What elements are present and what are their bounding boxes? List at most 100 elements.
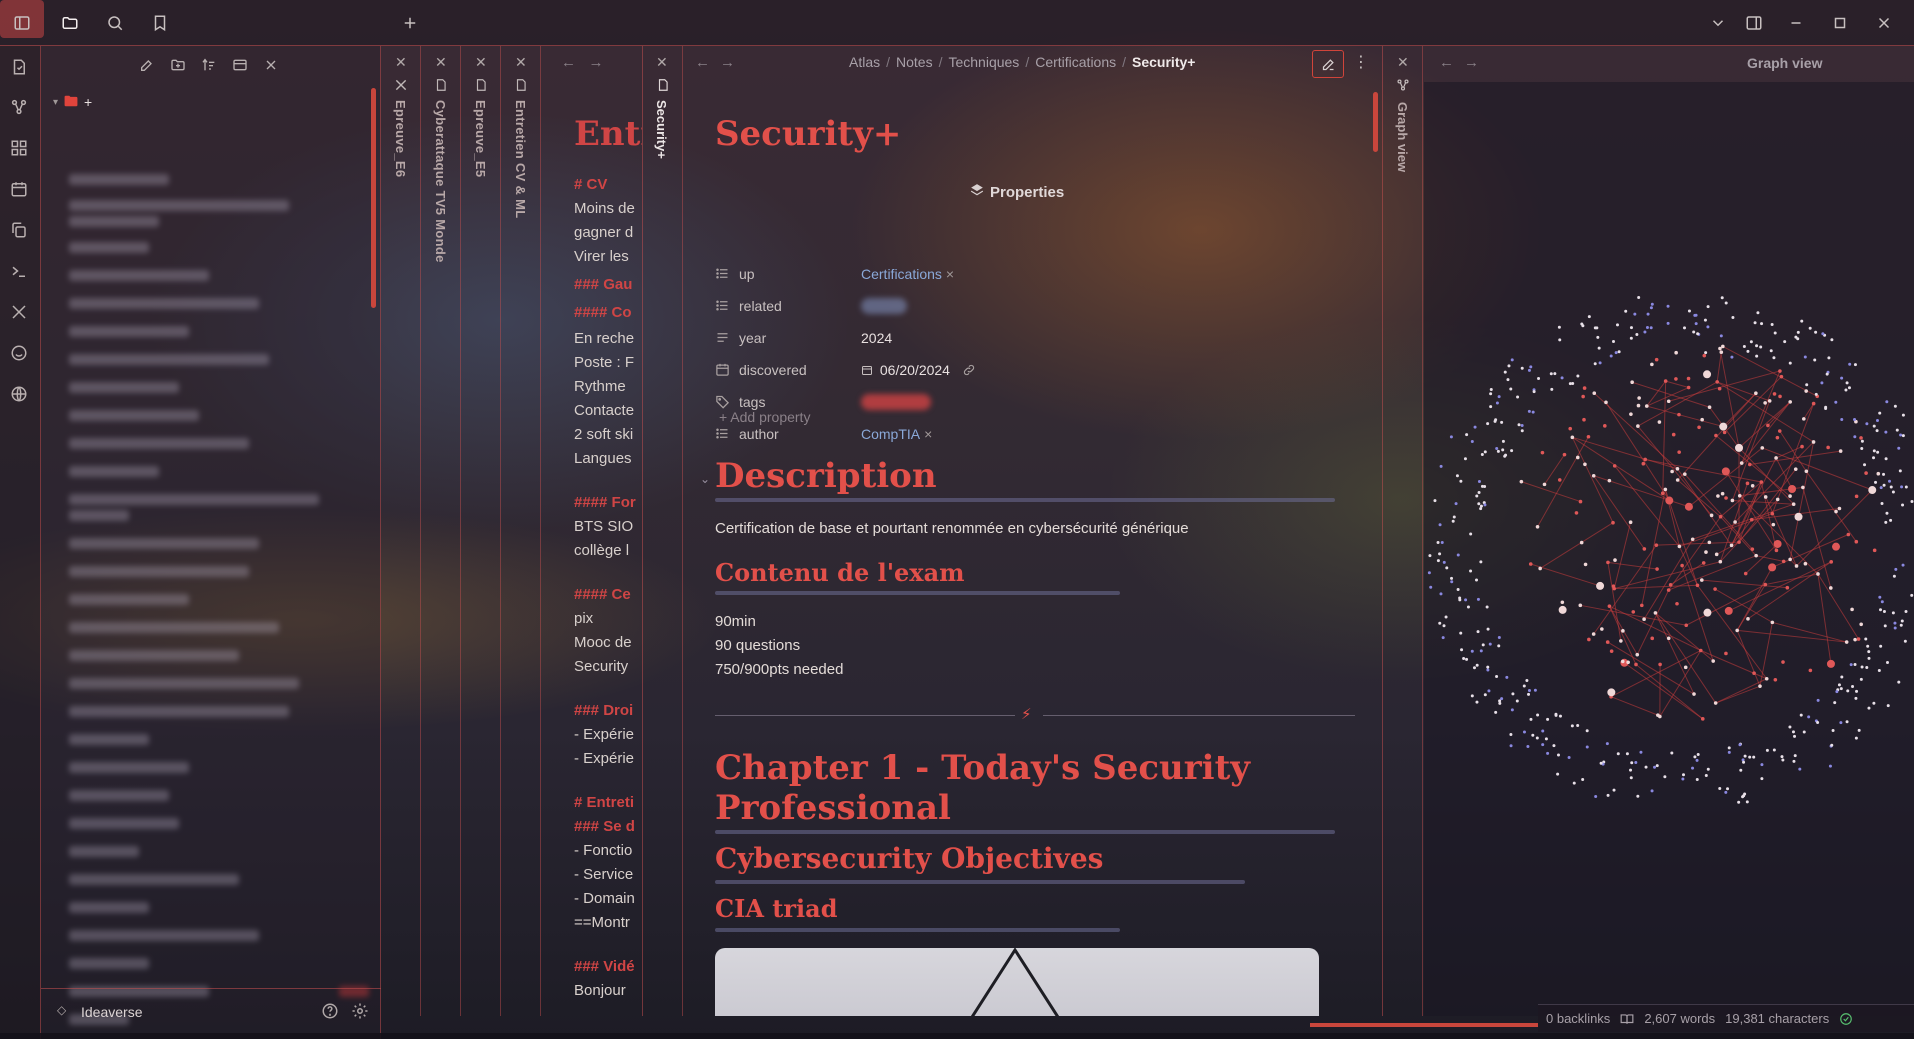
stacked-tab-epreuve-e5[interactable]: ✕ Epreuve_E5 xyxy=(461,46,501,1016)
note-scrollbar[interactable] xyxy=(1373,92,1378,152)
sort-icon[interactable] xyxy=(198,54,220,76)
settings-icon[interactable] xyxy=(351,1002,369,1020)
backlinks-count[interactable]: 0 backlinks xyxy=(1546,1011,1610,1026)
graph-canvas[interactable] xyxy=(1424,82,1914,1016)
stacked-tab-epreuve-e6[interactable]: ✕ Epreuve_E6 xyxy=(381,46,421,1016)
vault-name[interactable]: Ideaverse xyxy=(81,1004,142,1020)
heading-underline xyxy=(715,830,1335,834)
exam-line: 90min xyxy=(715,613,756,630)
behind-note-line: ==Montr xyxy=(574,914,630,931)
property-value-blurred[interactable] xyxy=(861,298,907,317)
property-key[interactable]: related xyxy=(739,298,782,314)
property-key[interactable]: author xyxy=(739,426,779,442)
property-key[interactable]: tags xyxy=(739,394,765,410)
help-icon[interactable] xyxy=(321,1002,339,1020)
auto-reveal-icon[interactable] xyxy=(229,54,251,76)
new-folder-icon[interactable] xyxy=(167,54,189,76)
behind-note-line: # CV xyxy=(574,176,608,193)
properties-header[interactable]: Properties xyxy=(970,183,1064,201)
globe-icon[interactable] xyxy=(10,385,32,407)
maximize-icon[interactable] xyxy=(1826,10,1854,36)
minimize-icon[interactable] xyxy=(1782,10,1810,36)
close-tab-icon[interactable]: ✕ xyxy=(656,54,668,71)
property-up[interactable]: up Certifications × xyxy=(715,264,1335,286)
list-icon xyxy=(715,298,730,313)
breadcrumb-item[interactable]: Notes xyxy=(896,54,933,70)
property-related[interactable]: related xyxy=(715,296,1335,318)
close-tab-icon[interactable]: ✕ xyxy=(435,54,447,71)
vault-root-folder[interactable]: ▾ + xyxy=(53,94,92,110)
remove-value-icon[interactable]: × xyxy=(946,266,954,282)
vault-switcher-icon[interactable]: ◇ xyxy=(57,1003,66,1017)
vault-root-label: + xyxy=(84,94,93,110)
close-tab-icon[interactable]: ✕ xyxy=(1397,54,1409,71)
split-view-icon[interactable] xyxy=(1740,10,1768,36)
pane-nav-arrows[interactable]: ←→ xyxy=(1439,54,1489,71)
pane-nav-arrows[interactable]: ← → xyxy=(561,54,604,71)
close-tab-icon[interactable]: ✕ xyxy=(475,54,487,71)
graph-tab-strip[interactable]: ✕ Graph view xyxy=(1383,46,1423,1016)
new-tab-plus-icon[interactable] xyxy=(396,10,424,36)
heading-description: Description xyxy=(715,456,937,496)
reading-mode-icon[interactable] xyxy=(1620,1012,1634,1026)
breadcrumb-item[interactable]: Certifications xyxy=(1035,54,1116,70)
property-value-tag-blurred[interactable] xyxy=(861,394,931,413)
new-note-icon[interactable] xyxy=(136,54,158,76)
property-key[interactable]: up xyxy=(739,266,755,282)
close-window-icon[interactable] xyxy=(1870,10,1898,36)
note-title[interactable]: Security+ xyxy=(715,114,901,154)
property-discovered[interactable]: discovered 06/20/2024 xyxy=(715,360,1335,382)
breadcrumb-item[interactable]: Atlas xyxy=(849,54,880,70)
property-key[interactable]: year xyxy=(739,330,766,346)
stacked-tab-title: Entretien CV & ML xyxy=(513,100,528,219)
entretien-note-pane[interactable]: ← → Entr # CV Moins de gagner d Virer les ##… xyxy=(541,46,642,1016)
security-plus-note-pane[interactable]: ✕ Security+ ←→ Atlas / Notes / Techniques / Ce… xyxy=(642,46,1382,1016)
stacked-tab-entretien[interactable]: ✕ Entretien CV & ML xyxy=(501,46,541,1016)
sync-status-icon[interactable] xyxy=(1839,1012,1853,1026)
property-value-link[interactable]: Certifications × xyxy=(861,266,954,282)
graph-icon[interactable] xyxy=(10,98,32,120)
canvas-icon[interactable] xyxy=(10,139,32,161)
bookmark-icon[interactable] xyxy=(146,10,174,36)
description-text: Certification de base et pourtant renomm… xyxy=(715,520,1189,537)
graph-view-pane[interactable]: ✕ Graph view ←→ Graph view xyxy=(1382,46,1914,1016)
property-author[interactable]: author CompTIA × xyxy=(715,424,1335,446)
breadcrumb-item[interactable]: Techniques xyxy=(948,54,1019,70)
calendar-icon[interactable] xyxy=(10,180,32,202)
terminal-icon[interactable] xyxy=(10,262,32,284)
breadcrumb-current[interactable]: Security+ xyxy=(1132,54,1195,70)
folder-icon[interactable] xyxy=(56,10,84,36)
remove-value-icon[interactable]: × xyxy=(924,426,932,442)
chevron-down-icon[interactable] xyxy=(1704,10,1732,36)
copy-icon[interactable] xyxy=(10,221,32,243)
property-value[interactable]: 2024 xyxy=(861,330,892,346)
property-value-date[interactable]: 06/20/2024 xyxy=(861,362,976,378)
cia-triad-image[interactable] xyxy=(715,948,1319,1016)
layers-icon xyxy=(970,183,984,201)
pane-nav-arrows[interactable]: ←→ xyxy=(695,54,745,71)
property-year[interactable]: year 2024 xyxy=(715,328,1335,350)
property-key[interactable]: discovered xyxy=(739,362,807,378)
edit-mode-button[interactable] xyxy=(1312,50,1344,78)
more-options-icon[interactable]: ⋮ xyxy=(1353,52,1369,72)
smiley-icon[interactable] xyxy=(10,344,32,366)
sidebar-toggle-icon[interactable] xyxy=(8,10,36,36)
link-icon[interactable] xyxy=(962,362,976,378)
close-tab-icon[interactable]: ✕ xyxy=(515,54,527,71)
stacked-tab-cyberattaque[interactable]: ✕ Cyberattaque TV5 Monde xyxy=(421,46,461,1016)
collapse-heading-icon[interactable]: ⌄ xyxy=(700,472,710,486)
collapse-all-icon[interactable] xyxy=(260,54,282,76)
behind-note-line: #### For xyxy=(574,494,636,511)
exam-line: 90 questions xyxy=(715,637,801,654)
tools-icon[interactable] xyxy=(10,303,32,325)
add-property-button[interactable]: + Add property xyxy=(719,409,810,425)
property-value-link[interactable]: CompTIA × xyxy=(861,426,932,442)
close-tab-icon[interactable]: ✕ xyxy=(395,54,407,71)
open-quick-switcher-icon[interactable] xyxy=(10,58,32,80)
active-tab-strip[interactable]: ✕ Security+ xyxy=(643,46,683,1016)
file-tree-list[interactable] xyxy=(59,120,379,1039)
breadcrumb: Atlas / Notes / Techniques / Certifications / Se… xyxy=(849,54,1196,70)
graph-network[interactable] xyxy=(1424,82,1914,1016)
search-icon[interactable] xyxy=(101,10,129,36)
sidebar-scrollbar[interactable] xyxy=(371,88,376,308)
